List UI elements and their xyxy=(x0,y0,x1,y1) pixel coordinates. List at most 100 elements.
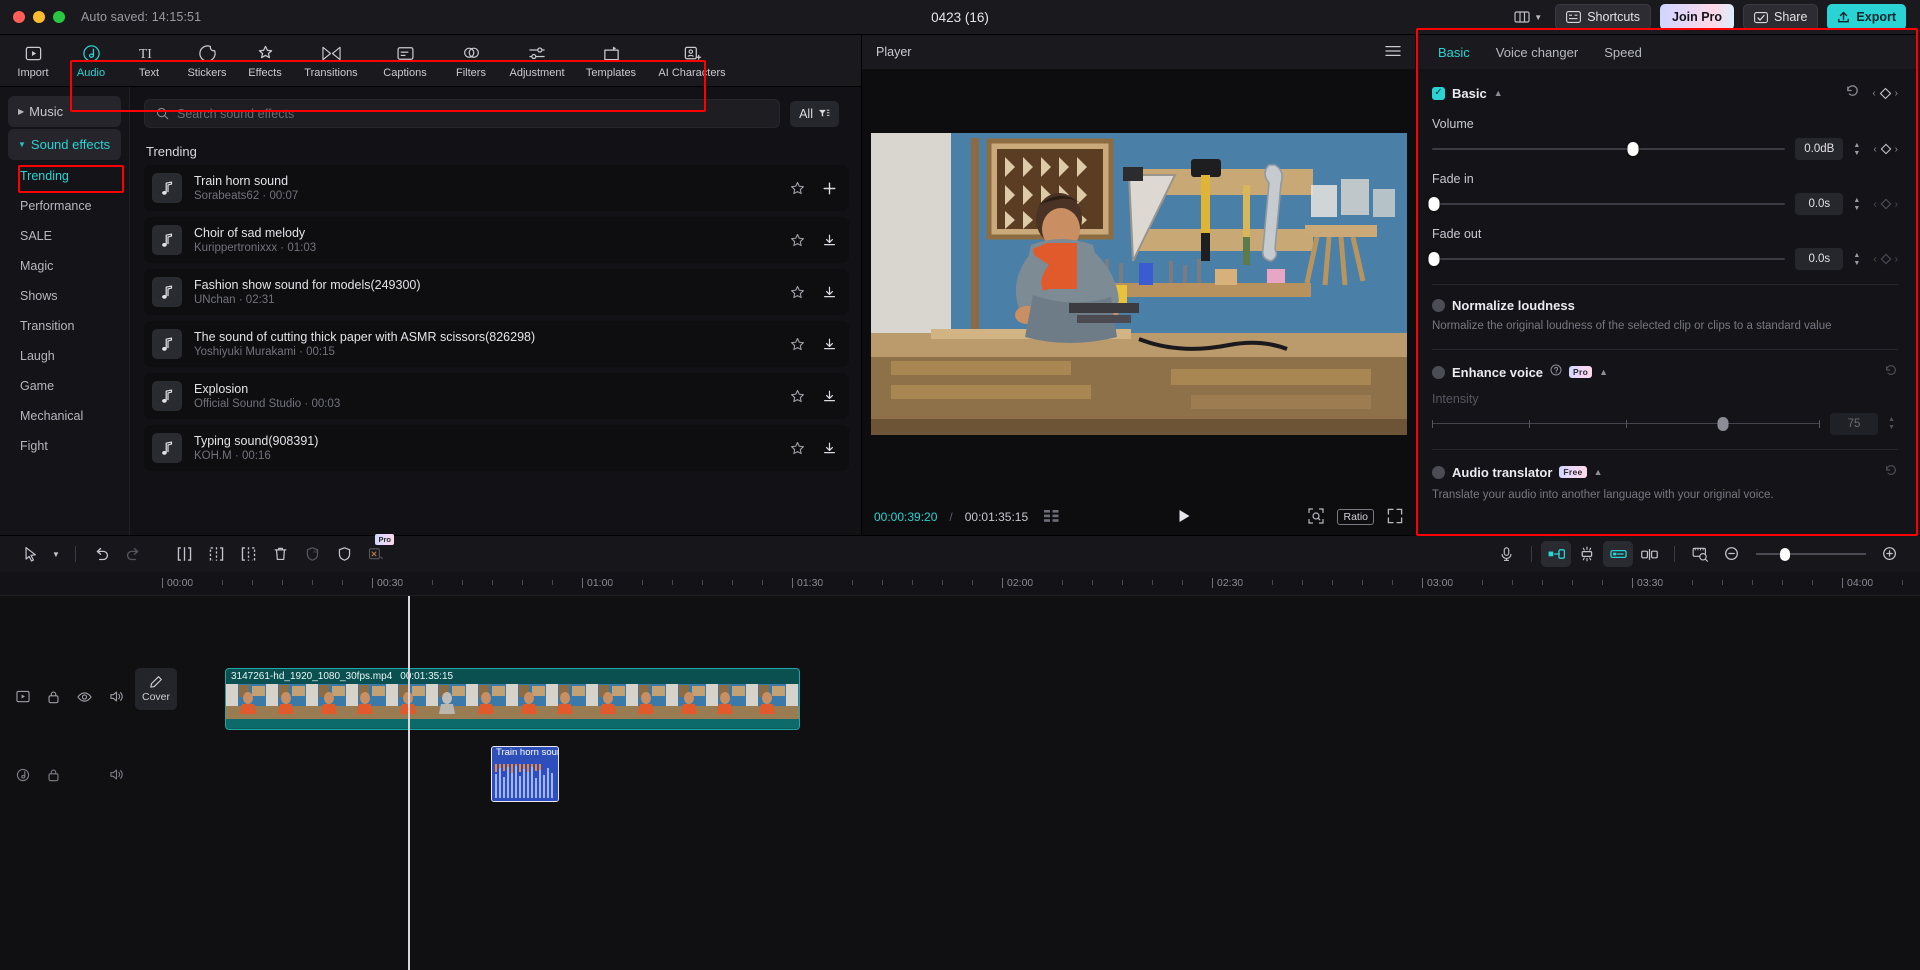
auto-cut-pro-icon[interactable]: Pro xyxy=(360,541,392,567)
keyframe-diamond-icon[interactable] xyxy=(1880,143,1892,155)
tab-voice-changer[interactable]: Voice changer xyxy=(1496,45,1578,60)
fade-in-keyframe-control[interactable]: ‹ › xyxy=(1873,198,1898,210)
favorite-star-icon[interactable] xyxy=(790,441,805,456)
tool-effects[interactable]: Effects xyxy=(236,40,294,82)
intensity-knob[interactable] xyxy=(1718,417,1729,431)
add-to-timeline-icon[interactable] xyxy=(822,181,837,196)
subcategory-game[interactable]: Game xyxy=(8,372,121,400)
intensity-slider[interactable] xyxy=(1432,416,1820,432)
lock-track-icon[interactable] xyxy=(47,690,60,709)
subcategory-transition[interactable]: Transition xyxy=(8,312,121,340)
list-item[interactable]: The sound of cutting thick paper with AS… xyxy=(144,321,849,367)
tool-import[interactable]: Import xyxy=(4,40,62,82)
keyframe-diamond-icon[interactable] xyxy=(1880,253,1892,265)
download-icon[interactable] xyxy=(822,285,837,300)
keyframe-diamond-icon[interactable] xyxy=(1879,87,1892,100)
shield-icon[interactable] xyxy=(328,541,360,567)
subcategory-shows[interactable]: Shows xyxy=(8,282,121,310)
download-icon[interactable] xyxy=(822,337,837,352)
window-controls[interactable]: Auto saved: 14:15:51 xyxy=(0,10,201,24)
zoom-in-icon[interactable] xyxy=(1874,541,1906,567)
playhead[interactable] xyxy=(408,596,410,970)
audio-clip[interactable]: Train horn sound xyxy=(491,746,559,802)
fade-in-knob[interactable] xyxy=(1428,197,1439,211)
volume-knob[interactable] xyxy=(1628,142,1639,156)
search-box[interactable] xyxy=(144,99,780,128)
subcategory-mechanical[interactable]: Mechanical xyxy=(8,402,121,430)
undo-icon[interactable] xyxy=(85,541,117,567)
volume-slider[interactable] xyxy=(1432,142,1785,156)
keyframe-next-icon[interactable]: › xyxy=(1895,88,1898,99)
reset-icon[interactable] xyxy=(1845,83,1860,103)
enhance-voice-checkbox[interactable] xyxy=(1432,366,1445,379)
hide-track-icon[interactable] xyxy=(77,690,92,708)
category-music[interactable]: ▶ Music xyxy=(8,96,121,127)
trim-right-icon[interactable] xyxy=(232,541,264,567)
keyframe-next-icon[interactable]: › xyxy=(1895,199,1898,210)
filter-all-button[interactable]: All xyxy=(790,101,839,127)
category-sound-effects[interactable]: ▼ Sound effects xyxy=(8,129,121,160)
keyframe-diamond-icon[interactable] xyxy=(1880,198,1892,210)
tab-basic[interactable]: Basic xyxy=(1438,45,1470,60)
tool-text[interactable]: TI Text xyxy=(120,40,178,82)
volume-keyframe-control[interactable]: ‹ › xyxy=(1873,143,1898,155)
keyframe-prev-icon[interactable]: ‹ xyxy=(1873,144,1876,155)
tool-stickers[interactable]: Stickers xyxy=(178,40,236,82)
subcategory-sale[interactable]: SALE xyxy=(8,222,121,250)
fade-in-value[interactable]: 0.0s xyxy=(1795,193,1843,215)
collapse-caret-icon[interactable]: ▲ xyxy=(1494,88,1503,98)
track-thumbnail-icon[interactable] xyxy=(16,690,30,708)
tab-speed[interactable]: Speed xyxy=(1604,45,1642,60)
intensity-stepper[interactable]: ▲▼ xyxy=(1888,416,1898,431)
mute-track-icon[interactable] xyxy=(109,768,124,786)
fade-in-stepper[interactable]: ▲▼ xyxy=(1853,197,1863,212)
join-pro-button[interactable]: Join Pro xyxy=(1660,4,1734,30)
subcategory-trending[interactable]: Trending xyxy=(8,162,121,190)
audio-track-icon[interactable] xyxy=(16,768,30,787)
normalize-loudness-checkbox[interactable] xyxy=(1432,299,1445,312)
tool-adjustment[interactable]: Adjustment xyxy=(500,40,574,82)
grid-view-icon[interactable] xyxy=(1044,510,1060,525)
fade-out-value[interactable]: 0.0s xyxy=(1795,248,1843,270)
link-audio-icon[interactable] xyxy=(1603,541,1633,567)
favorite-star-icon[interactable] xyxy=(790,389,805,404)
redo-icon[interactable] xyxy=(117,541,149,567)
video-lane[interactable]: 3147261-hd_1920_1080_30fps.mp4 00:01:35:… xyxy=(185,668,1920,730)
split-icon[interactable] xyxy=(168,541,200,567)
help-icon[interactable] xyxy=(1550,363,1562,381)
fade-out-stepper[interactable]: ▲▼ xyxy=(1853,252,1863,267)
share-button[interactable]: Share xyxy=(1743,4,1818,30)
keyframe-prev-icon[interactable]: ‹ xyxy=(1872,88,1875,99)
minimize-window-button[interactable] xyxy=(33,11,45,23)
fade-out-slider[interactable] xyxy=(1432,252,1785,266)
fade-out-keyframe-control[interactable]: ‹ › xyxy=(1873,253,1898,265)
lock-track-icon[interactable] xyxy=(47,768,60,787)
tool-audio[interactable]: Audio xyxy=(62,40,120,82)
keyframe-prev-icon[interactable]: ‹ xyxy=(1873,199,1876,210)
tool-ai-characters[interactable]: AI Characters xyxy=(648,40,736,82)
collapse-caret-icon[interactable]: ▲ xyxy=(1594,467,1603,477)
download-icon[interactable] xyxy=(822,389,837,404)
list-item[interactable]: Typing sound(908391) KOH.M · 00:16 xyxy=(144,425,849,471)
list-item[interactable]: Explosion Official Sound Studio · 00:03 xyxy=(144,373,849,419)
list-item[interactable]: Train horn sound Sorabeats62 · 00:07 xyxy=(144,165,849,211)
fit-timeline-icon[interactable] xyxy=(1684,541,1716,567)
audio-translator-checkbox[interactable] xyxy=(1432,466,1445,479)
favorite-star-icon[interactable] xyxy=(790,233,805,248)
timeline-ruler[interactable]: 00:00 00:30 01:00 01:30 02:00 02:30 03:0… xyxy=(0,572,1920,596)
keyframe-next-icon[interactable]: › xyxy=(1895,144,1898,155)
subcategory-fight[interactable]: Fight xyxy=(8,432,121,460)
fade-out-knob[interactable] xyxy=(1428,252,1439,266)
tool-captions[interactable]: Captions xyxy=(368,40,442,82)
video-preview[interactable] xyxy=(871,133,1407,435)
keyframe-prev-icon[interactable]: ‹ xyxy=(1873,254,1876,265)
search-input[interactable] xyxy=(177,107,768,121)
download-icon[interactable] xyxy=(822,233,837,248)
ratio-button[interactable]: Ratio xyxy=(1337,509,1374,525)
basic-checkbox[interactable] xyxy=(1432,87,1445,100)
download-icon[interactable] xyxy=(822,441,837,456)
intensity-value[interactable]: 75 xyxy=(1830,413,1878,435)
zoom-knob[interactable] xyxy=(1780,548,1790,561)
split-view-icon[interactable] xyxy=(1633,541,1665,567)
layout-switcher-button[interactable]: ▼ xyxy=(1510,10,1546,24)
